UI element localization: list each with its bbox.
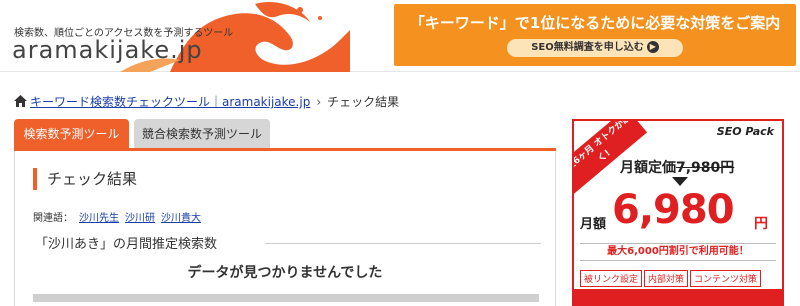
- breadcrumb-current: チェック結果: [327, 95, 400, 109]
- ad-regular-label: 月額定価: [620, 160, 676, 176]
- related-term-link[interactable]: 沙川貴大: [161, 213, 201, 224]
- banner-button-label: SEO無料調査を申し込む: [531, 42, 644, 53]
- tab-competitor-search-volume[interactable]: 競合検索数予測ツール: [134, 119, 270, 149]
- arrow-right-circle-icon: ▶: [646, 41, 659, 53]
- ad-tags: 被リンク設定 内部対策 コンテンツ対策: [580, 267, 763, 287]
- logo-area[interactable]: 検索数、順位ごとのアクセス数を予測するツール aramakijake.jp: [0, 0, 350, 72]
- site-header: 検索数、順位ごとのアクセス数を予測するツール aramakijake.jp 「キ…: [0, 0, 800, 72]
- divider: [265, 243, 541, 244]
- logo-text: aramakijake.jp: [12, 36, 203, 64]
- result-heading: チェック結果: [33, 168, 137, 190]
- related-term-link[interactable]: 沙川研: [125, 213, 155, 224]
- ad-tag: 被リンク設定: [580, 270, 643, 287]
- tab-search-volume[interactable]: 検索数予測ツール: [14, 119, 129, 149]
- related-term-link[interactable]: 沙川先生: [79, 213, 119, 224]
- ad-bottom-strip: [574, 289, 782, 306]
- ad-regular-price: 月額定価7,980円: [620, 157, 734, 177]
- banner-headline: 「キーワード」で1位になるために必要な対策をご案内: [409, 14, 781, 32]
- divider: [33, 294, 539, 302]
- result-panel: チェック結果 関連語： 沙川先生 沙川研 沙川貴大 「沙川あき」の月間推定検索数 デー…: [14, 151, 556, 306]
- ad-discount: 最大6,000円割引で利用可能！: [580, 243, 776, 261]
- related-label: 関連語：: [33, 213, 73, 224]
- related-terms: 関連語： 沙川先生 沙川研 沙川貴大: [33, 209, 201, 224]
- breadcrumb-home-link[interactable]: キーワード検索数チェックツール｜aramakijake.jp: [30, 95, 310, 109]
- monthly-search-title: 「沙川あき」の月間推定検索数: [35, 233, 541, 255]
- ad-pack-title: SEO Pack: [716, 125, 774, 138]
- breadcrumb: キーワード検索数チェックツール｜aramakijake.jp › チェック結果: [14, 93, 399, 110]
- ad-price: 6,980: [612, 187, 735, 233]
- no-data-message: データが見つかりませんでした: [187, 265, 383, 281]
- ad-tag: 内部対策: [644, 270, 689, 287]
- ad-price-unit: 円: [754, 216, 768, 232]
- ad-monthly-label: 月額: [580, 217, 607, 232]
- seo-pack-ad[interactable]: 最長6ヶ月 オトクが続く! SEO Pack 月額定価7,980円 月額 6,9…: [572, 119, 784, 306]
- seo-banner[interactable]: 「キーワード」で1位になるために必要な対策をご案内 SEO無料調査を申し込む ▶: [394, 4, 796, 66]
- ad-regular-value: 7,980円: [676, 160, 735, 176]
- ad-tag: コンテンツ対策: [690, 270, 762, 287]
- breadcrumb-separator: ›: [316, 95, 322, 109]
- free-seo-survey-button[interactable]: SEO無料調査を申し込む ▶: [507, 39, 683, 57]
- home-icon: [14, 95, 27, 107]
- down-arrow-icon: [672, 177, 688, 186]
- monthly-search-title-text: 「沙川あき」の月間推定検索数: [35, 237, 218, 252]
